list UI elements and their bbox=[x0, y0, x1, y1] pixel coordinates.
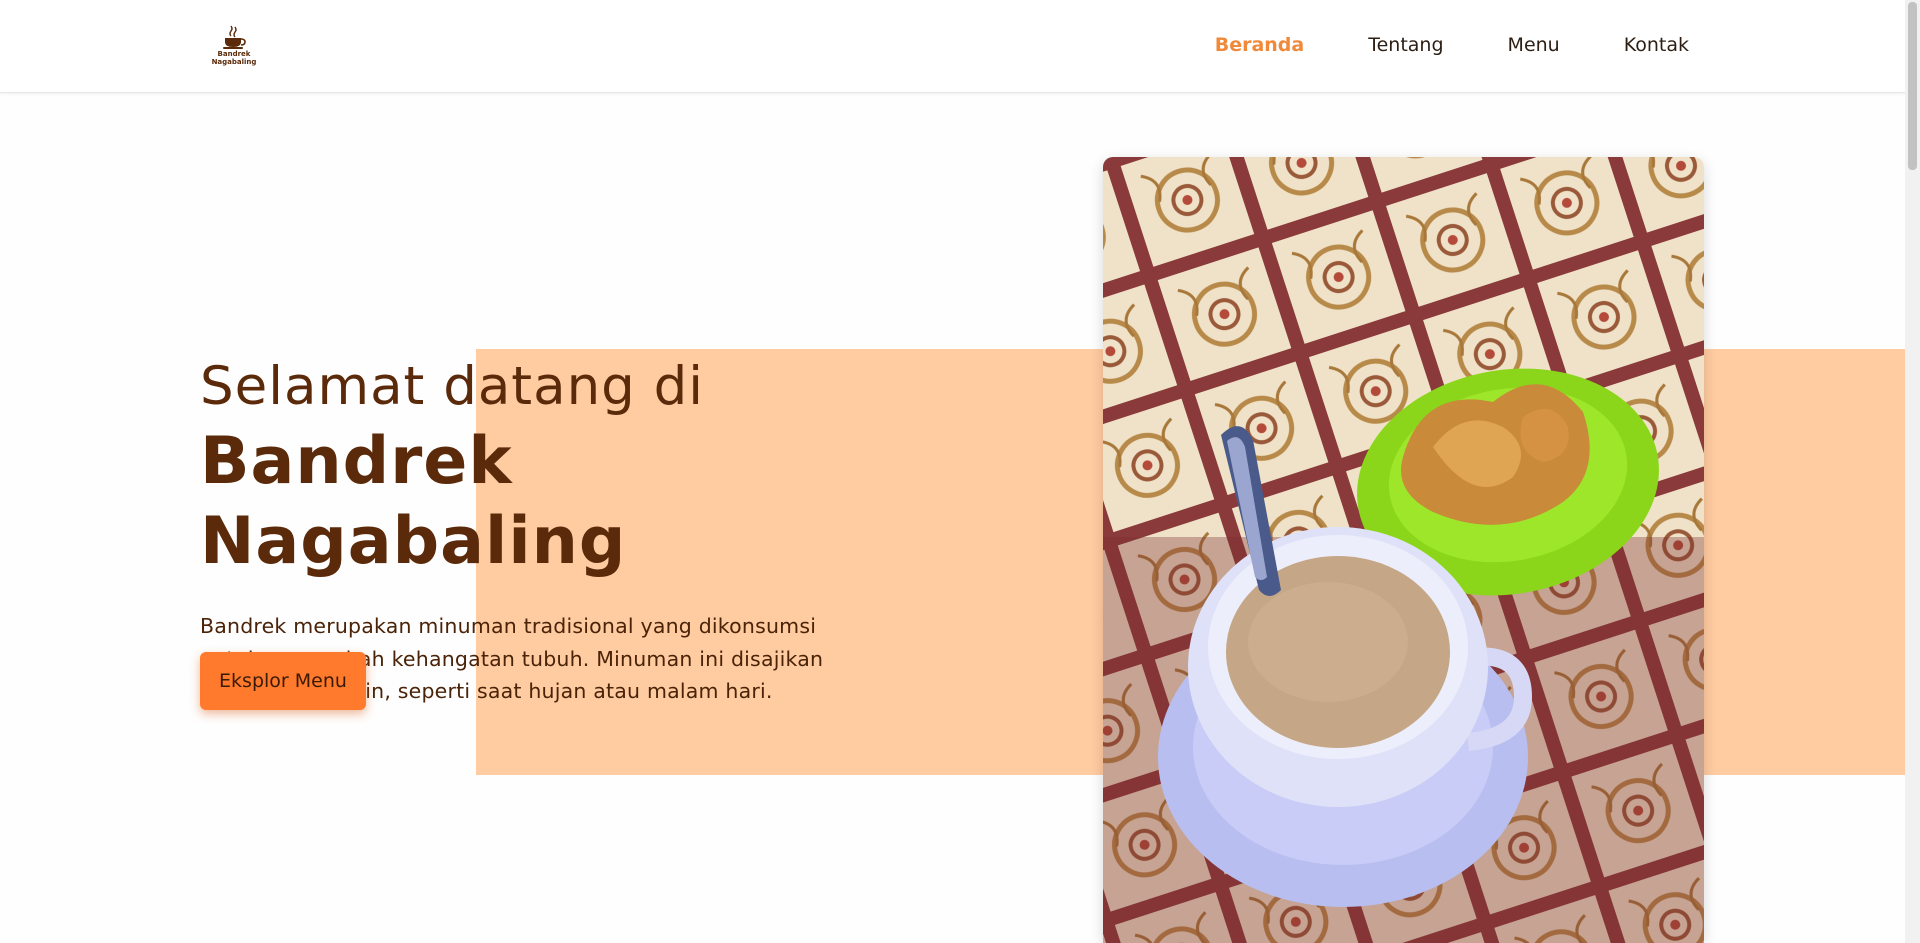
hero-subtitle: Selamat datang di bbox=[200, 356, 705, 417]
page-scrollbar[interactable] bbox=[1905, 0, 1920, 943]
logo[interactable]: Bandrek Nagabaling bbox=[208, 24, 260, 72]
nav-item-menu[interactable]: Menu bbox=[1508, 34, 1560, 56]
hero-title: Bandrek Nagabaling bbox=[200, 424, 627, 579]
coffee-cup-icon bbox=[223, 25, 246, 49]
main-nav: Beranda Tentang Menu Kontak bbox=[1215, 34, 1689, 56]
scrollbar-thumb[interactable] bbox=[1908, 2, 1917, 170]
nav-item-kontak[interactable]: Kontak bbox=[1624, 34, 1689, 56]
nav-item-tentang[interactable]: Tentang bbox=[1368, 34, 1443, 56]
logo-text: Bandrek Nagabaling bbox=[211, 50, 257, 66]
navbar: Bandrek Nagabaling Beranda Tentang Menu … bbox=[0, 0, 1905, 93]
bandrek-photo-illustration bbox=[1103, 157, 1704, 943]
hero-photo bbox=[1103, 157, 1704, 943]
explore-menu-button[interactable]: Eksplor Menu bbox=[200, 652, 366, 710]
nav-item-beranda[interactable]: Beranda bbox=[1215, 34, 1305, 56]
